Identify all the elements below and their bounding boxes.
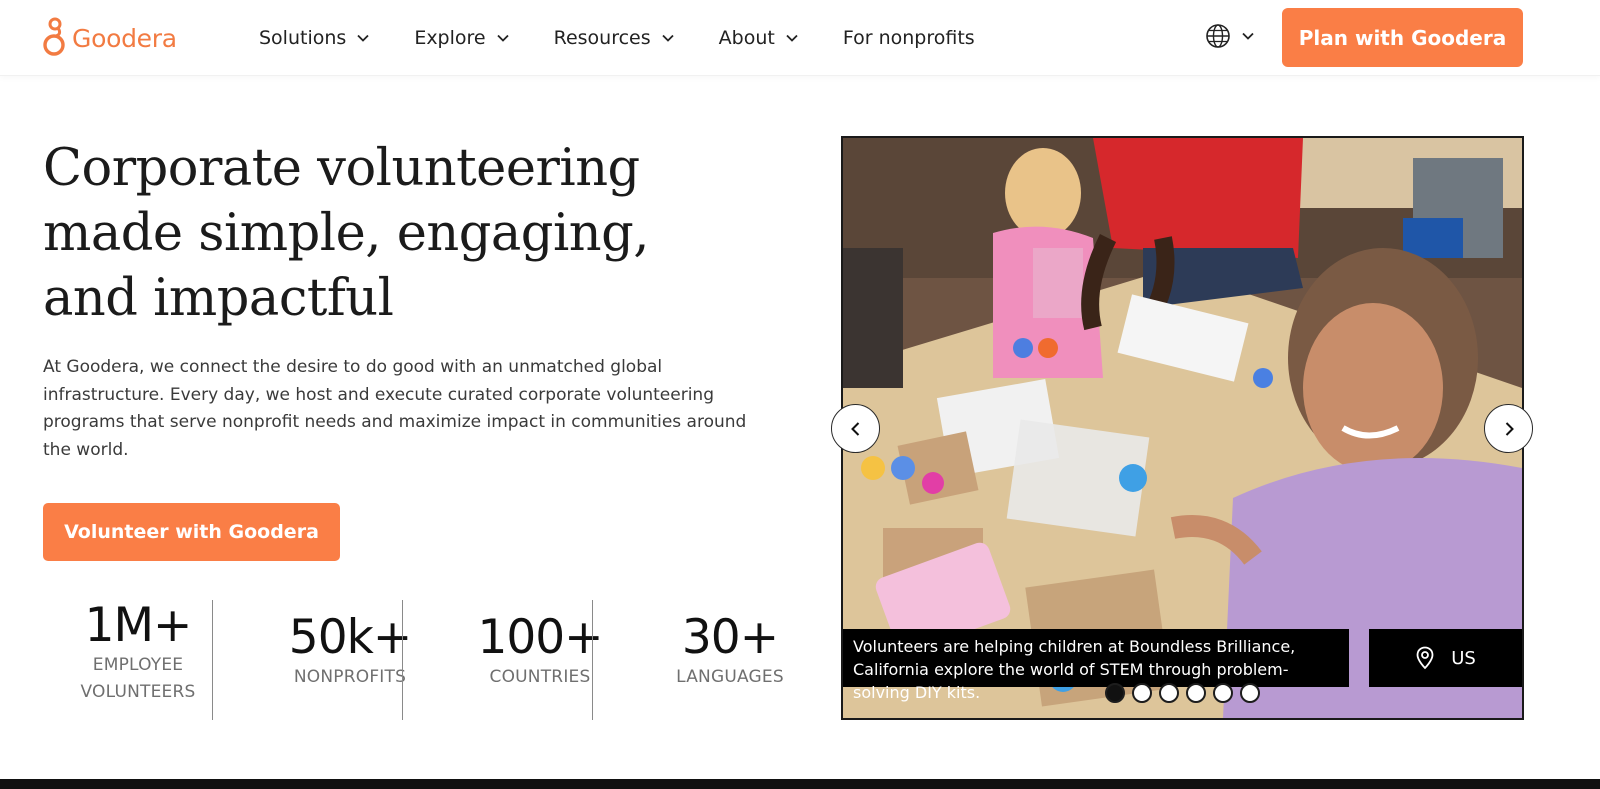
goodera-logo-icon	[43, 17, 65, 56]
stat-label: EMPLOYEE	[92, 655, 184, 675]
carousel-dot-5[interactable]	[1213, 683, 1233, 703]
nav-explore-label: Explore	[414, 27, 486, 49]
photo-caption: Volunteers are helping children at Bound…	[843, 629, 1349, 702]
stat-label: LANGUAGES	[676, 667, 784, 687]
carousel-dot-1[interactable]	[1105, 683, 1125, 703]
stat-countries: 100+ COUNTRIES	[445, 612, 635, 732]
chevron-down-icon	[786, 34, 798, 42]
carousel-dot-6[interactable]	[1240, 683, 1260, 703]
hero-title: Corporate volunteering made simple, enga…	[43, 136, 743, 331]
hero-title-line: Corporate volunteering	[43, 139, 640, 198]
plan-with-goodera-button[interactable]: Plan with Goodera	[1282, 8, 1523, 67]
nav-for-nonprofits-label: For nonprofits	[842, 27, 975, 49]
stat-nonprofits: 50k+ NONPROFITS	[255, 612, 445, 732]
stat-label: COUNTRIES	[489, 667, 591, 687]
hero-description: At Goodera, we connect the desire to do …	[43, 357, 747, 460]
globe-icon	[1206, 24, 1230, 48]
language-selector[interactable]	[1205, 23, 1255, 49]
nav-solutions[interactable]: Solutions	[259, 27, 370, 49]
chevron-down-icon	[496, 34, 509, 42]
chevron-left-icon	[850, 421, 859, 436]
brand-name: Goodera	[72, 23, 177, 53]
carousel-next-button[interactable]	[1484, 404, 1533, 453]
stat-value: 100+	[477, 610, 603, 665]
chevron-down-icon	[1242, 32, 1254, 40]
carousel-dot-3[interactable]	[1159, 683, 1179, 703]
main-nav: Solutions Explore Resources About For no…	[259, 0, 975, 76]
stat-divider	[402, 600, 403, 720]
nav-solutions-label: Solutions	[259, 27, 347, 49]
chevron-down-icon	[662, 34, 674, 42]
site-header: Goodera Solutions Explore Resources Abou…	[0, 0, 1600, 76]
stat-employee-volunteers: 1M+ EMPLOYEE VOLUNTEERS	[43, 600, 233, 720]
map-pin-icon	[1416, 646, 1434, 670]
nav-for-nonprofits[interactable]: For nonprofits	[843, 27, 975, 49]
nav-resources-label: Resources	[553, 27, 651, 49]
chevron-down-icon	[357, 34, 369, 42]
goodera-logo[interactable]: Goodera	[42, 17, 177, 59]
stat-value: 50k+	[288, 610, 412, 665]
stat-label: VOLUNTEERS	[80, 682, 196, 702]
nav-explore[interactable]: Explore	[414, 27, 509, 49]
stat-languages: 30+ LANGUAGES	[635, 612, 825, 732]
nav-about[interactable]: About	[719, 27, 799, 49]
photo-carousel: Volunteers are helping children at Bound…	[841, 136, 1524, 720]
volunteer-with-goodera-button[interactable]: Volunteer with Goodera	[43, 503, 340, 561]
carousel-dot-4[interactable]	[1186, 683, 1206, 703]
carousel-pagination	[1105, 683, 1267, 703]
stat-divider	[212, 600, 213, 720]
hero-title-line: made simple, engaging,	[43, 204, 649, 263]
location-label: US	[1451, 647, 1476, 669]
hero-title-line: and impactful	[43, 269, 394, 328]
stat-divider	[592, 600, 593, 720]
stat-value: 30+	[681, 610, 779, 665]
stat-value: 1M+	[84, 598, 193, 653]
carousel-dot-2[interactable]	[1132, 683, 1152, 703]
impact-stats: 1M+ EMPLOYEE VOLUNTEERS 50k+ NONPROFITS …	[43, 600, 784, 720]
bottom-section-edge	[0, 779, 1600, 789]
photo-location: US	[1369, 629, 1522, 687]
nav-about-label: About	[718, 27, 775, 49]
nav-resources[interactable]: Resources	[554, 27, 675, 49]
stat-label: NONPROFITS	[293, 667, 407, 687]
carousel-prev-button[interactable]	[831, 404, 880, 453]
chevron-right-icon	[1505, 421, 1514, 436]
